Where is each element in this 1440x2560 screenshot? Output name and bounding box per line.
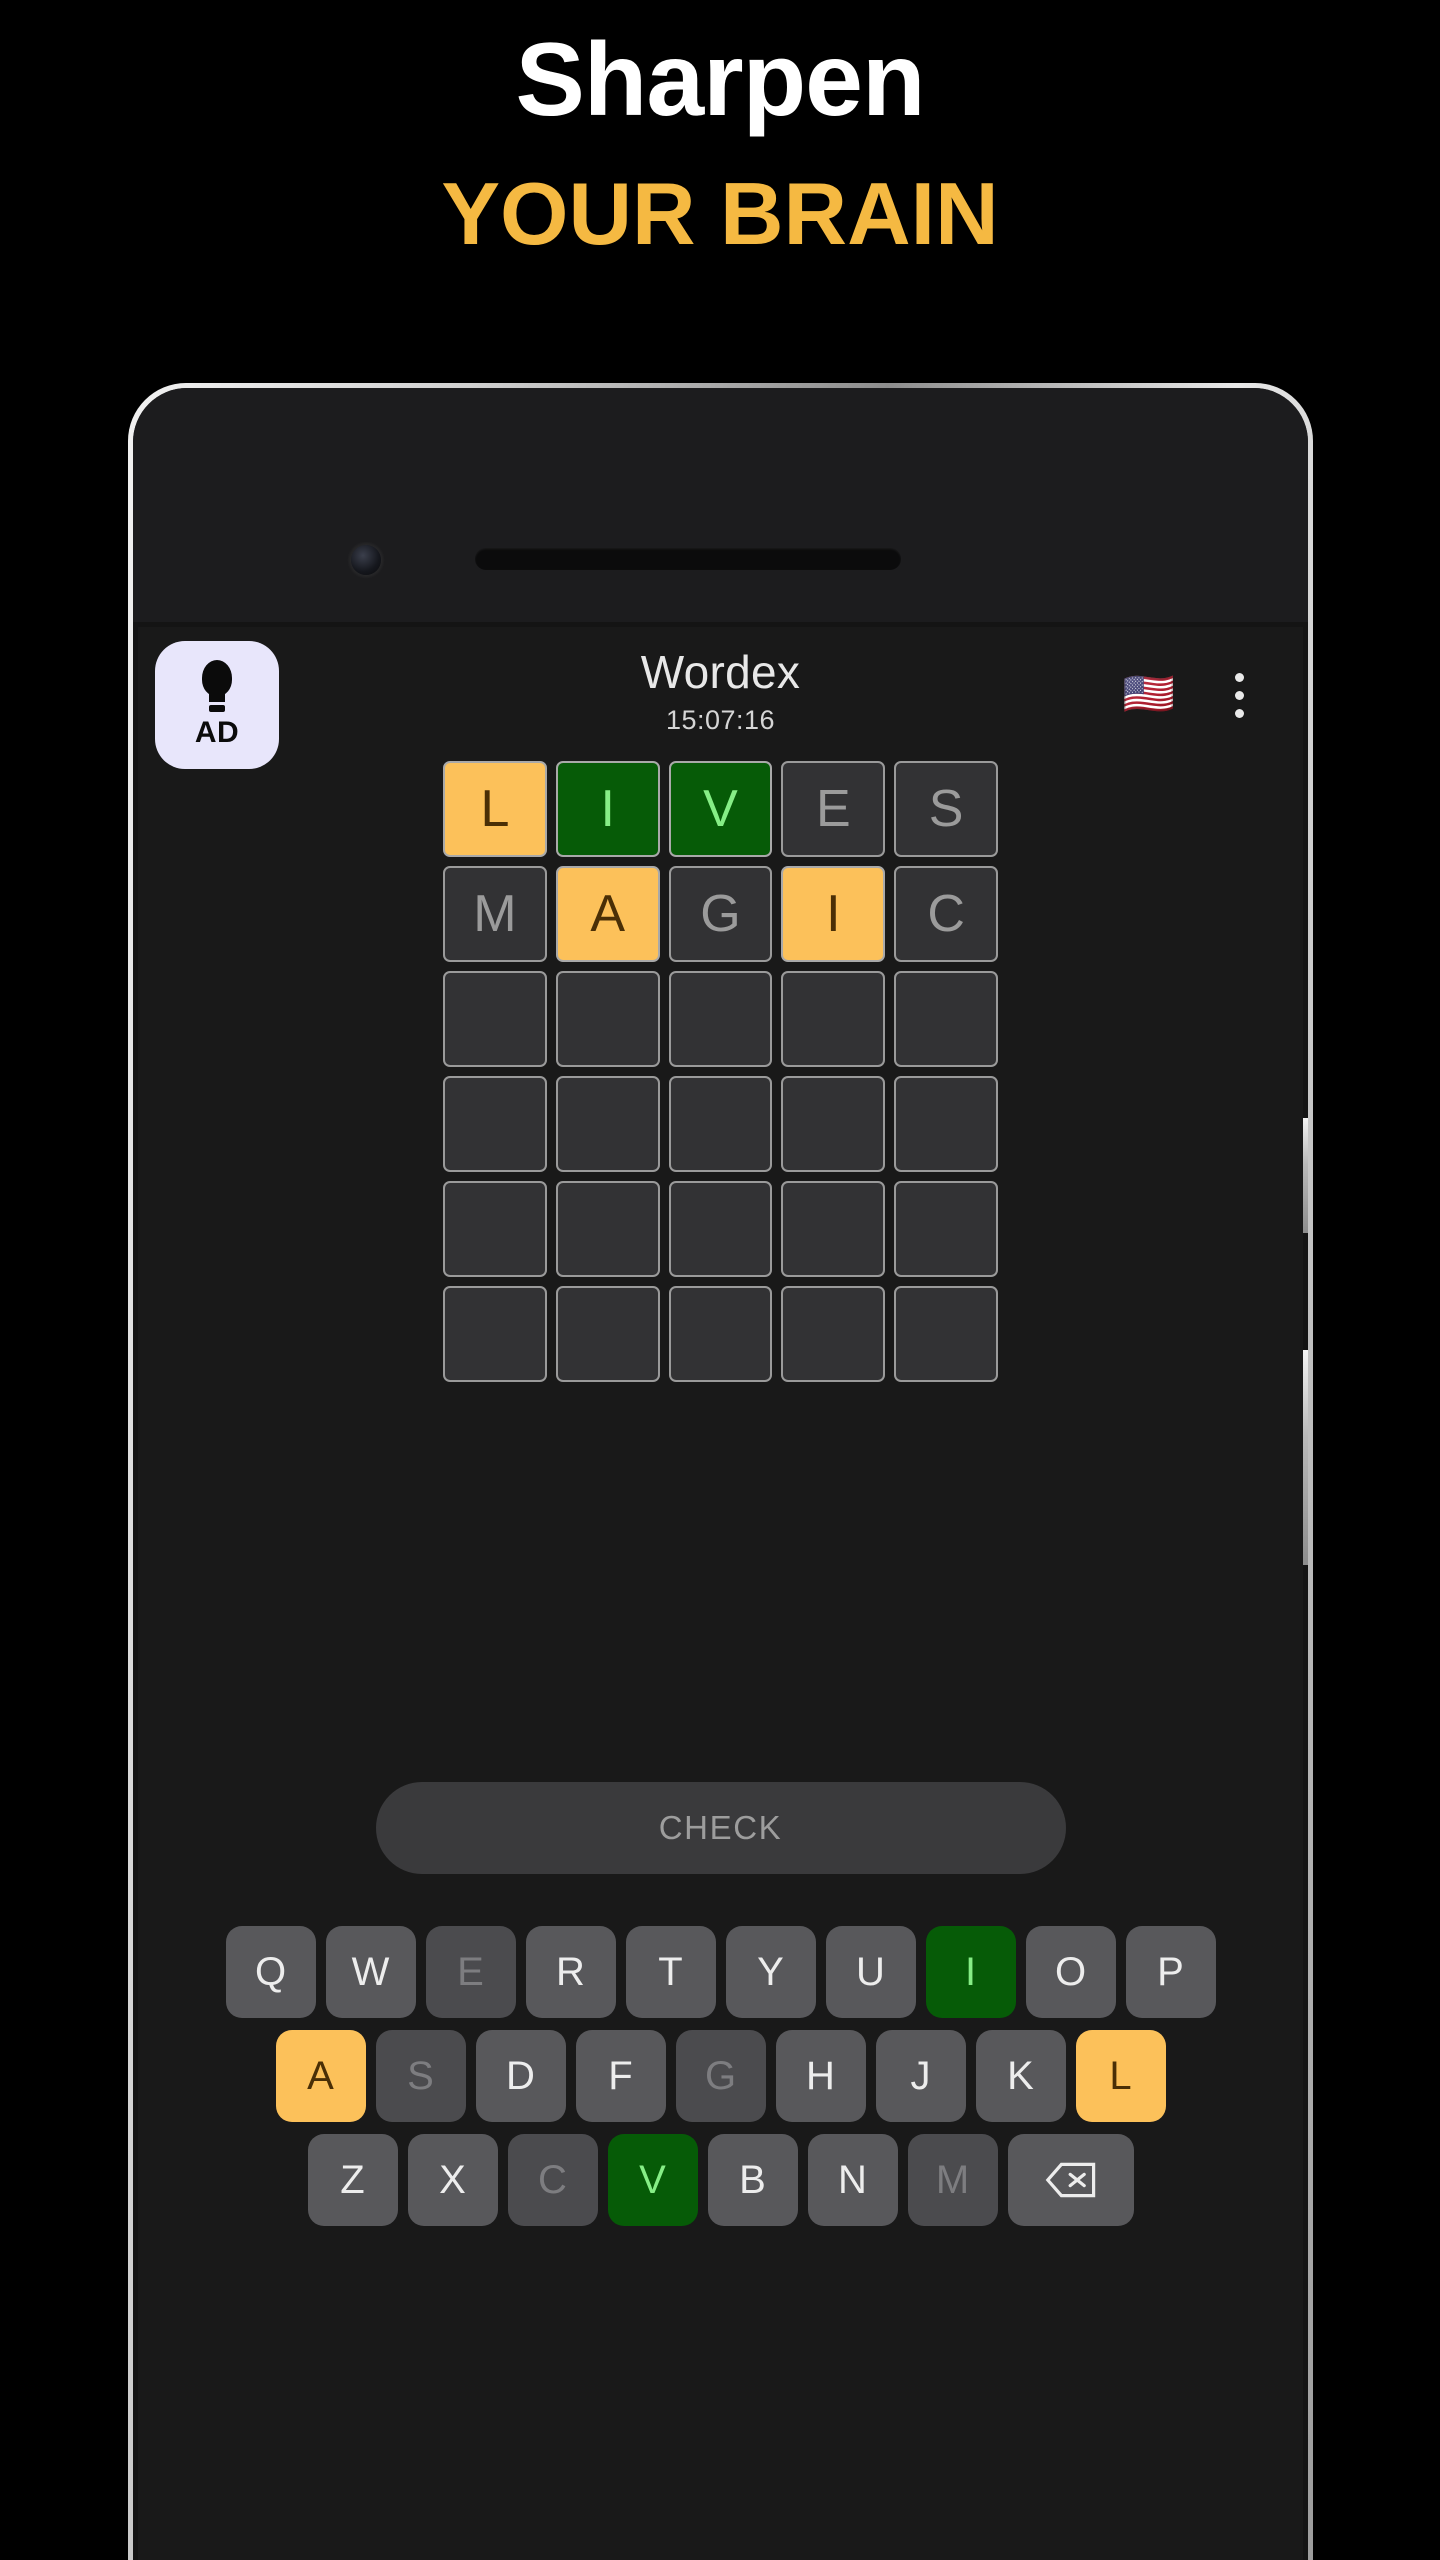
- key-s[interactable]: S: [375, 2030, 466, 2122]
- backspace-key[interactable]: [1007, 2134, 1134, 2226]
- grid-tile: E: [781, 761, 886, 857]
- key-d[interactable]: D: [475, 2030, 566, 2122]
- phone-mockup: AD Wordex 15:07:16 🇺🇸 LIVESMAGIC CHECK Q…: [128, 383, 1313, 2560]
- key-y[interactable]: Y: [725, 1926, 816, 2018]
- key-q[interactable]: Q: [225, 1926, 316, 2018]
- key-n[interactable]: N: [807, 2134, 898, 2226]
- grid-tile: [781, 1181, 886, 1277]
- lightbulb-icon: [197, 660, 237, 714]
- phone-top-bezel: [133, 388, 1308, 622]
- grid-tile: [443, 1286, 547, 1382]
- grid-tile: M: [443, 866, 547, 962]
- grid-tile: C: [894, 866, 998, 962]
- keyboard-row: QWERTYUIOP: [146, 1926, 1295, 2018]
- us-flag-icon[interactable]: 🇺🇸: [1123, 673, 1175, 715]
- key-g[interactable]: G: [675, 2030, 766, 2122]
- key-b[interactable]: B: [707, 2134, 798, 2226]
- key-f[interactable]: F: [575, 2030, 666, 2122]
- grid-tile: I: [555, 761, 660, 857]
- promo-header: Sharpen YOUR BRAIN: [0, 0, 1440, 258]
- grid-tile: [443, 1076, 547, 1172]
- app-screen: AD Wordex 15:07:16 🇺🇸 LIVESMAGIC CHECK Q…: [138, 627, 1303, 2560]
- ad-hint-button[interactable]: AD: [155, 641, 279, 769]
- grid-tile: [668, 1286, 773, 1382]
- check-button[interactable]: CHECK: [375, 1782, 1066, 1874]
- grid-tile: [781, 1076, 886, 1172]
- grid-keyboard-spacer: [138, 1382, 1303, 1782]
- grid-tile: V: [668, 761, 773, 857]
- key-u[interactable]: U: [825, 1926, 916, 2018]
- promo-screenshot: Sharpen YOUR BRAIN AD Wordex 15:07:16 🇺🇸…: [0, 0, 1440, 2560]
- key-k[interactable]: K: [975, 2030, 1066, 2122]
- grid-tile: L: [443, 761, 547, 857]
- grid-tile: [781, 971, 886, 1067]
- key-i[interactable]: I: [925, 1926, 1016, 2018]
- grid-tile: [894, 1181, 998, 1277]
- grid-tile: [555, 1076, 660, 1172]
- overflow-menu-icon[interactable]: [1219, 665, 1259, 725]
- keyboard-bottom-fill: [138, 2238, 1303, 2560]
- key-v[interactable]: V: [607, 2134, 698, 2226]
- key-o[interactable]: O: [1025, 1926, 1116, 2018]
- ad-button-label: AD: [194, 716, 240, 749]
- word-grid: LIVESMAGIC: [443, 761, 998, 1382]
- front-camera-icon: [351, 545, 381, 575]
- grid-tile: [443, 971, 547, 1067]
- key-p[interactable]: P: [1125, 1926, 1216, 2018]
- grid-tile: [555, 1286, 660, 1382]
- grid-tile: [894, 1286, 998, 1382]
- key-e[interactable]: E: [425, 1926, 516, 2018]
- key-l[interactable]: L: [1075, 2030, 1166, 2122]
- grid-tile: [668, 1181, 773, 1277]
- key-r[interactable]: R: [525, 1926, 616, 2018]
- grid-tile: [668, 971, 773, 1067]
- grid-tile: [781, 1286, 886, 1382]
- grid-tile: [555, 971, 660, 1067]
- key-z[interactable]: Z: [307, 2134, 398, 2226]
- key-a[interactable]: A: [275, 2030, 366, 2122]
- key-t[interactable]: T: [625, 1926, 716, 2018]
- earpiece-speaker: [475, 548, 901, 570]
- promo-headline-primary: Sharpen: [515, 22, 925, 138]
- grid-tile: A: [555, 866, 660, 962]
- key-j[interactable]: J: [875, 2030, 966, 2122]
- promo-headline-secondary: YOUR BRAIN: [441, 164, 999, 263]
- key-h[interactable]: H: [775, 2030, 866, 2122]
- grid-tile: [555, 1181, 660, 1277]
- grid-tile: I: [781, 866, 886, 962]
- key-w[interactable]: W: [325, 1926, 416, 2018]
- app-header: AD Wordex 15:07:16 🇺🇸: [138, 627, 1303, 769]
- grid-tile: G: [668, 866, 773, 962]
- key-x[interactable]: X: [407, 2134, 498, 2226]
- grid-tile: [443, 1181, 547, 1277]
- grid-tile: S: [894, 761, 998, 857]
- key-c[interactable]: C: [507, 2134, 598, 2226]
- key-m[interactable]: M: [907, 2134, 998, 2226]
- grid-tile: [894, 1076, 998, 1172]
- on-screen-keyboard: QWERTYUIOP ASDFGHJKL ZXCVBNM: [138, 1874, 1303, 2238]
- keyboard-row: ZXCVBNM: [146, 2134, 1295, 2226]
- phone-body: AD Wordex 15:07:16 🇺🇸 LIVESMAGIC CHECK Q…: [133, 388, 1308, 2560]
- keyboard-row: ASDFGHJKL: [146, 2030, 1295, 2122]
- grid-tile: [668, 1076, 773, 1172]
- grid-tile: [894, 971, 998, 1067]
